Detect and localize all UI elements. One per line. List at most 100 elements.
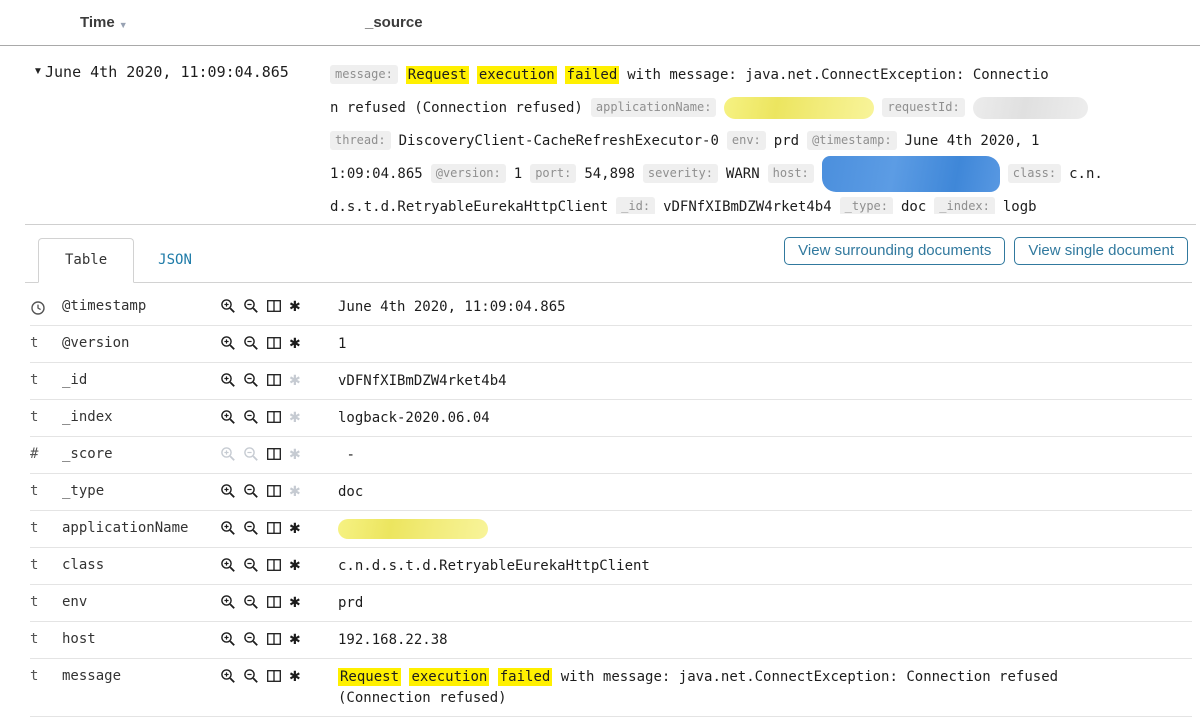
filter-out-value-button[interactable] xyxy=(243,298,259,314)
highlighted-text: failed xyxy=(565,66,620,84)
filter-for-value-button[interactable] xyxy=(220,520,236,536)
toggle-column-button[interactable] xyxy=(266,668,282,684)
filter-for-value-button[interactable] xyxy=(220,557,236,573)
source-line: 1:09:04.865@version:1port:54,898severity… xyxy=(330,157,1196,190)
filter-for-value-button[interactable] xyxy=(220,594,236,610)
field-value: vDFNfXIBmDZW4rket4b4 xyxy=(324,371,1192,392)
toggle-column-button[interactable] xyxy=(266,409,282,425)
field-name: _id xyxy=(62,371,220,388)
filter-out-value-button[interactable] xyxy=(243,372,259,388)
field-value-text: c.n. xyxy=(1069,166,1103,182)
string-type-icon: t xyxy=(30,371,62,388)
filter-for-value-button[interactable] xyxy=(220,298,236,314)
filter-for-value-button xyxy=(220,446,236,462)
field-actions: ✱ xyxy=(220,445,324,462)
filter-for-field-present-button[interactable]: ✱ xyxy=(289,595,301,609)
field-label: message: xyxy=(330,65,398,85)
field-value: doc xyxy=(324,482,1192,503)
source-column-header: _source xyxy=(365,14,423,31)
sort-descending-icon[interactable]: ▼ xyxy=(119,20,128,30)
field-value: June 4th 2020, 11:09:04.865 xyxy=(324,297,1192,318)
string-type-icon: t xyxy=(30,482,62,499)
field-value: Request execution failed with message: j… xyxy=(324,667,1192,709)
field-value-text: logback-2020.06.04 xyxy=(338,410,490,426)
number-type-icon: # xyxy=(30,445,62,462)
field-actions: ✱ xyxy=(220,482,324,499)
doc-table-header: Time ▼ _source xyxy=(0,0,1200,46)
highlighted-text: execution xyxy=(477,66,557,84)
field-value-text: d.s.t.d.RetryableEurekaHttpClient xyxy=(330,199,608,215)
field-value-text: prd xyxy=(774,133,799,149)
toggle-column-button[interactable] xyxy=(266,557,282,573)
field-label: @version: xyxy=(431,164,506,184)
field-label: env: xyxy=(727,131,766,151)
filter-for-field-present-button: ✱ xyxy=(289,373,301,387)
field-name: _index xyxy=(62,408,220,425)
field-actions: ✱ xyxy=(220,667,324,684)
field-name: message xyxy=(62,667,220,684)
toggle-column-button[interactable] xyxy=(266,520,282,536)
tab-table[interactable]: Table xyxy=(38,238,134,283)
filter-for-value-button[interactable] xyxy=(220,668,236,684)
filter-for-field-present-button[interactable]: ✱ xyxy=(289,299,301,313)
filter-for-value-button[interactable] xyxy=(220,631,236,647)
filter-for-field-present-button[interactable]: ✱ xyxy=(289,632,301,646)
filter-out-value-button[interactable] xyxy=(243,631,259,647)
field-actions: ✱ xyxy=(220,556,324,573)
field-value-text: doc xyxy=(338,484,363,500)
field-row-_score: #_score✱ - xyxy=(30,437,1192,474)
filter-out-value-button[interactable] xyxy=(243,409,259,425)
filter-out-value-button[interactable] xyxy=(243,557,259,573)
field-value: - xyxy=(324,445,1192,466)
toggle-column-button[interactable] xyxy=(266,335,282,351)
highlighted-text: failed xyxy=(498,668,553,686)
field-value-text: doc xyxy=(901,199,926,215)
toggle-column-button[interactable] xyxy=(266,372,282,388)
field-label: host: xyxy=(768,164,814,184)
field-value-text: c.n.d.s.t.d.RetryableEurekaHttpClient xyxy=(338,558,650,574)
view-single-document-button[interactable]: View single document xyxy=(1014,237,1188,265)
field-value: c.n.d.s.t.d.RetryableEurekaHttpClient xyxy=(324,556,1192,577)
field-value: 192.168.22.38 xyxy=(324,630,1192,651)
filter-for-field-present-button[interactable]: ✱ xyxy=(289,336,301,350)
toggle-column-button[interactable] xyxy=(266,483,282,499)
source-line: message: Request execution failed with messa… xyxy=(330,58,1196,91)
toggle-column-button[interactable] xyxy=(266,446,282,462)
source-line: n refused (Connection refused)applicatio… xyxy=(330,91,1196,124)
filter-out-value-button[interactable] xyxy=(243,520,259,536)
filter-for-value-button[interactable] xyxy=(220,372,236,388)
filter-for-field-present-button[interactable]: ✱ xyxy=(289,521,301,535)
filter-out-value-button[interactable] xyxy=(243,668,259,684)
highlighted-text: Request xyxy=(406,66,469,84)
field-value-text: logb xyxy=(1003,199,1037,215)
string-type-icon: t xyxy=(30,556,62,573)
time-column-header[interactable]: Time ▼ xyxy=(80,14,365,31)
filter-for-field-present-button[interactable]: ✱ xyxy=(289,558,301,572)
field-value-text: with message: java.net.ConnectException:… xyxy=(627,67,1048,83)
document-actions: View surrounding documents View single d… xyxy=(784,237,1188,265)
filter-out-value-button[interactable] xyxy=(243,335,259,351)
field-label: port: xyxy=(530,164,576,184)
document-source-cell: message: Request execution failed with messa… xyxy=(330,58,1200,214)
toggle-column-button[interactable] xyxy=(266,594,282,610)
field-actions: ✱ xyxy=(220,408,324,425)
field-name: _score xyxy=(62,445,220,462)
collapse-caret-icon[interactable]: ▼ xyxy=(0,58,45,77)
source-line: thread:DiscoveryClient-CacheRefreshExecu… xyxy=(330,124,1196,157)
toggle-column-button[interactable] xyxy=(266,631,282,647)
filter-for-value-button[interactable] xyxy=(220,409,236,425)
time-column-label: Time xyxy=(80,14,115,31)
filter-for-field-present-button[interactable]: ✱ xyxy=(289,669,301,683)
field-value-text: vDFNfXIBmDZW4rket4b4 xyxy=(663,199,832,215)
filter-for-value-button[interactable] xyxy=(220,483,236,499)
toggle-column-button[interactable] xyxy=(266,298,282,314)
filter-for-value-button[interactable] xyxy=(220,335,236,351)
tab-json[interactable]: JSON xyxy=(134,239,216,282)
field-value: prd xyxy=(324,593,1192,614)
document-time-cell: June 4th 2020, 11:09:04.865 xyxy=(45,58,330,81)
view-surrounding-documents-button[interactable]: View surrounding documents xyxy=(784,237,1005,265)
redacted-value xyxy=(822,156,1000,192)
filter-out-value-button[interactable] xyxy=(243,594,259,610)
field-name: host xyxy=(62,630,220,647)
filter-out-value-button[interactable] xyxy=(243,483,259,499)
